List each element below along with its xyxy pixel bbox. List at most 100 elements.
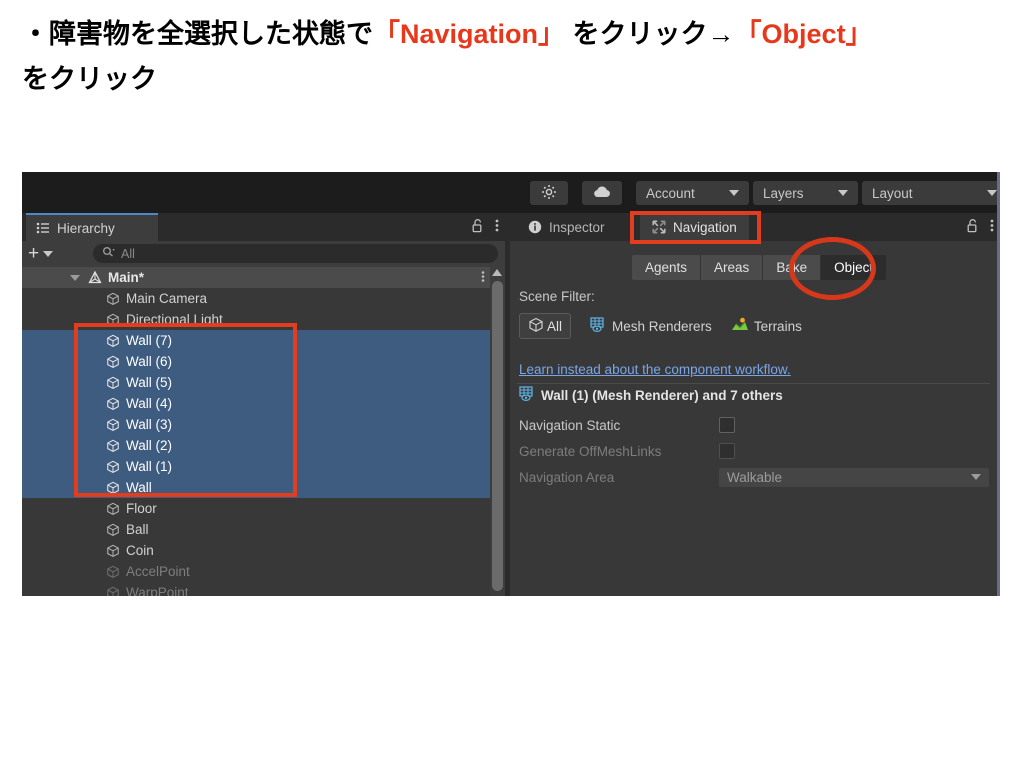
hierarchy-item-label: Floor bbox=[126, 501, 157, 516]
subtab-bake[interactable]: Bake bbox=[763, 255, 822, 280]
hierarchy-item[interactable]: Coin bbox=[22, 540, 505, 561]
hierarchy-item-label: Wall (1) bbox=[126, 459, 172, 474]
editor-panels-row: Hierarchy + All Main* Main Camera Direct… bbox=[22, 213, 1000, 596]
kebab-menu-icon[interactable] bbox=[495, 218, 499, 236]
hierarchy-item-label: Ball bbox=[126, 522, 149, 537]
cube-icon bbox=[106, 586, 120, 596]
hierarchy-item-label: Wall (4) bbox=[126, 396, 172, 411]
subtab-areas-label: Areas bbox=[714, 260, 750, 275]
account-dropdown-label: Account bbox=[646, 185, 695, 201]
plus-icon: + bbox=[28, 243, 40, 264]
property-generate-offmeshlinks: Generate OffMeshLinks bbox=[519, 440, 989, 462]
hierarchy-item[interactable]: Wall (4) bbox=[22, 393, 505, 414]
info-icon bbox=[528, 220, 542, 234]
hierarchy-tabbar: Hierarchy bbox=[22, 213, 505, 241]
navigation-area-dropdown[interactable]: Walkable bbox=[719, 467, 989, 487]
cube-icon bbox=[528, 317, 544, 336]
hierarchy-item[interactable]: Wall bbox=[22, 477, 505, 498]
navigation-static-checkbox[interactable] bbox=[719, 417, 735, 433]
subtab-areas[interactable]: Areas bbox=[701, 255, 764, 280]
search-input-placeholder: All bbox=[121, 246, 135, 261]
hierarchy-item-label: Wall (5) bbox=[126, 375, 172, 390]
filter-all-label: All bbox=[547, 318, 563, 334]
add-gameobject-button[interactable]: + bbox=[28, 243, 54, 264]
cube-icon bbox=[106, 439, 120, 453]
account-dropdown[interactable]: Account bbox=[636, 181, 749, 205]
cube-icon bbox=[106, 376, 120, 390]
hierarchy-item[interactable]: AccelPoint bbox=[22, 561, 505, 582]
tab-inspector[interactable]: Inspector bbox=[516, 213, 617, 241]
kebab-menu-icon[interactable] bbox=[990, 218, 994, 236]
filter-terrains-label: Terrains bbox=[753, 318, 802, 334]
filter-mesh-renderers-button[interactable]: Mesh Renderers bbox=[590, 316, 712, 336]
navigation-area-value: Walkable bbox=[727, 469, 783, 485]
cube-icon bbox=[106, 418, 120, 432]
filter-terrains-button[interactable]: Terrains bbox=[731, 317, 802, 336]
cube-icon bbox=[106, 334, 120, 348]
hierarchy-item[interactable]: Wall (5) bbox=[22, 372, 505, 393]
hierarchy-item[interactable]: Wall (1) bbox=[22, 456, 505, 477]
window-right-edge bbox=[997, 172, 1000, 596]
navigation-icon bbox=[652, 220, 666, 234]
subtab-agents[interactable]: Agents bbox=[632, 255, 702, 280]
hierarchy-item[interactable]: Directional Light bbox=[22, 309, 505, 330]
separator-rule bbox=[517, 383, 990, 384]
hierarchy-item[interactable]: Main Camera bbox=[22, 288, 505, 309]
hierarchy-scene-root[interactable]: Main* bbox=[22, 267, 505, 288]
hierarchy-panel: Hierarchy + All Main* Main Camera Direct… bbox=[22, 213, 505, 596]
filter-mesh-renderers-label: Mesh Renderers bbox=[612, 318, 712, 334]
lock-open-icon[interactable] bbox=[472, 218, 484, 236]
search-input[interactable]: All bbox=[93, 244, 498, 263]
hierarchy-item[interactable]: Floor bbox=[22, 498, 505, 519]
cube-icon bbox=[106, 397, 120, 411]
chevron-down-icon bbox=[43, 251, 54, 257]
chevron-down-icon bbox=[971, 474, 981, 480]
lock-open-icon[interactable] bbox=[967, 218, 979, 236]
hierarchy-item[interactable]: Ball bbox=[22, 519, 505, 540]
navigation-static-label: Navigation Static bbox=[519, 417, 621, 433]
generate-offmeshlinks-label: Generate OffMeshLinks bbox=[519, 443, 662, 459]
hierarchy-item[interactable]: Wall (3) bbox=[22, 414, 505, 435]
tab-hierarchy[interactable]: Hierarchy bbox=[26, 213, 158, 241]
scene-filter-label: Scene Filter: bbox=[519, 289, 595, 304]
kebab-menu-icon[interactable] bbox=[481, 270, 485, 286]
search-icon bbox=[102, 246, 115, 261]
tab-inspector-label: Inspector bbox=[549, 219, 605, 235]
cloud-icon bbox=[592, 185, 612, 202]
chevron-down-icon[interactable] bbox=[70, 274, 80, 281]
hierarchy-icon bbox=[36, 222, 50, 234]
hierarchy-item[interactable]: Wall (6) bbox=[22, 351, 505, 372]
layers-dropdown-label: Layers bbox=[763, 185, 804, 201]
hierarchy-item[interactable]: Wall (7) bbox=[22, 330, 505, 351]
hierarchy-item-label: Wall (7) bbox=[126, 333, 172, 348]
selection-summary: Wall (1) (Mesh Renderer) and 7 others bbox=[519, 386, 783, 405]
selection-summary-label: Wall (1) (Mesh Renderer) and 7 others bbox=[541, 388, 783, 403]
subtab-agents-label: Agents bbox=[645, 260, 688, 275]
learn-component-workflow-link[interactable]: Learn instead about the component workfl… bbox=[519, 362, 791, 377]
hierarchy-item-label: Wall (6) bbox=[126, 354, 172, 369]
lighting-settings-button[interactable] bbox=[530, 181, 568, 205]
cube-icon bbox=[106, 565, 120, 579]
terrain-icon bbox=[731, 317, 749, 336]
hierarchy-item[interactable]: Wall (2) bbox=[22, 435, 505, 456]
tab-navigation-label: Navigation bbox=[673, 219, 737, 235]
hierarchy-tree[interactable]: Main* Main Camera Directional Light Wall (… bbox=[22, 267, 505, 596]
scroll-up-arrow-icon[interactable] bbox=[492, 269, 502, 276]
layers-dropdown[interactable]: Layers bbox=[753, 181, 858, 205]
unity-scene-icon bbox=[88, 270, 102, 285]
filter-all-button[interactable]: All bbox=[519, 313, 572, 339]
chevron-down-icon bbox=[729, 190, 739, 196]
cube-icon bbox=[106, 355, 120, 369]
generate-offmeshlinks-checkbox[interactable] bbox=[719, 443, 735, 459]
navigation-body: Agents Areas Bake Object Scene Filter: A… bbox=[510, 241, 1000, 596]
cloud-services-button[interactable] bbox=[582, 181, 622, 205]
tab-navigation[interactable]: Navigation bbox=[640, 213, 749, 241]
hierarchy-item[interactable]: WarpPoint bbox=[22, 582, 505, 596]
scrollbar-thumb[interactable] bbox=[492, 281, 503, 591]
subtab-object[interactable]: Object bbox=[821, 255, 887, 280]
hierarchy-tabbar-actions bbox=[472, 213, 499, 241]
hierarchy-search-row: + All bbox=[22, 241, 505, 267]
caption-highlight-navigation: 「Navigation」 bbox=[373, 19, 566, 49]
layout-dropdown[interactable]: Layout bbox=[862, 181, 1000, 205]
hierarchy-vertical-scrollbar[interactable] bbox=[490, 267, 505, 596]
